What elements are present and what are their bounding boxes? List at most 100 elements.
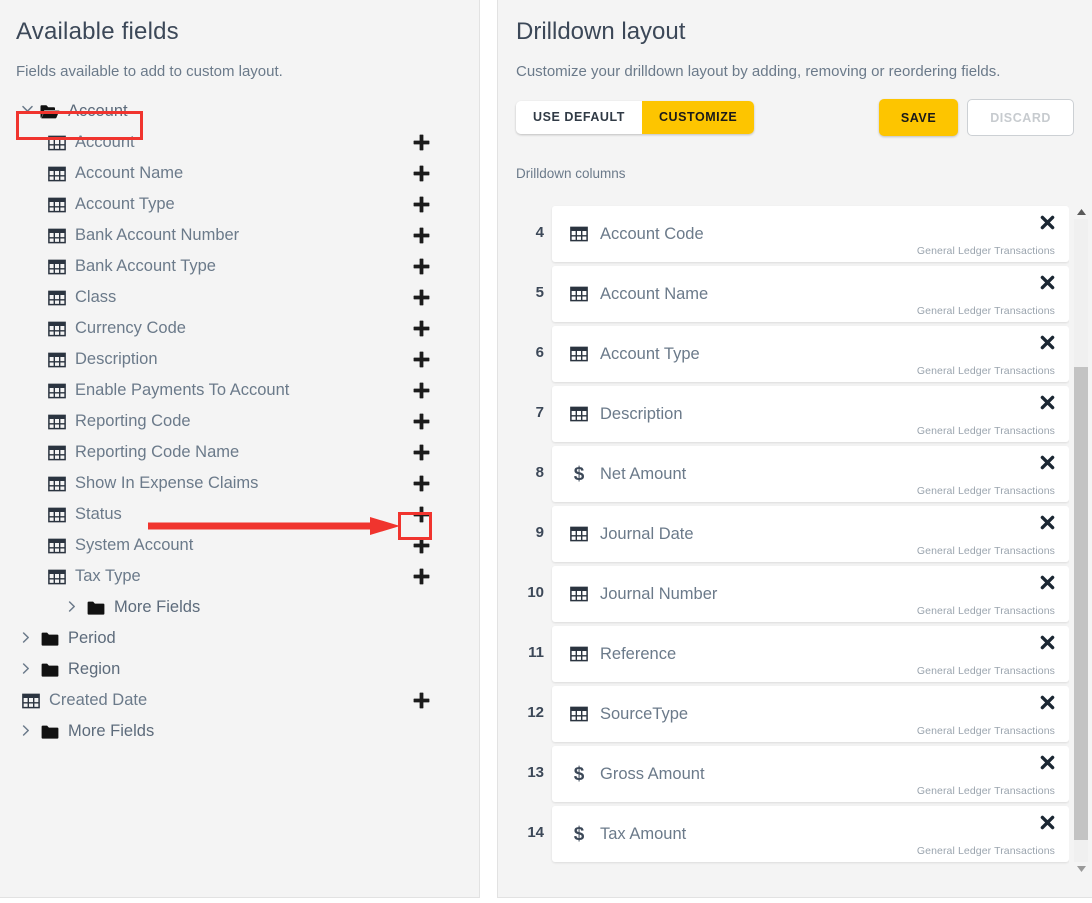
- drilldown-column-row[interactable]: 12 SourceType General Ledger Transactions: [516, 685, 1069, 745]
- chevron-right-icon[interactable]: [22, 662, 36, 677]
- drilldown-column-row[interactable]: 6 Account Type General Ledger Transactions: [516, 325, 1069, 385]
- drilldown-column-row[interactable]: 4 Account Code General Ledger Transactions: [516, 205, 1069, 265]
- add-field-button[interactable]: [411, 536, 431, 556]
- folder-row-account[interactable]: Account: [0, 96, 479, 127]
- field-row-enable-payments-to-account[interactable]: Enable Payments To Account: [0, 375, 479, 406]
- add-field-button[interactable]: [411, 691, 431, 711]
- column-order-number: 11: [528, 644, 544, 661]
- tree-item-label: Description: [75, 350, 158, 368]
- field-row-reporting-code[interactable]: Reporting Code: [0, 406, 479, 437]
- field-row-tax-type[interactable]: Tax Type: [0, 561, 479, 592]
- field-row-system-account[interactable]: System Account: [0, 530, 479, 561]
- drilldown-column-card[interactable]: Journal Date General Ledger Transactions: [552, 506, 1069, 562]
- drilldown-column-card[interactable]: SourceType General Ledger Transactions: [552, 686, 1069, 742]
- field-row-show-in-expense-claims[interactable]: Show In Expense Claims: [0, 468, 479, 499]
- available-fields-title: Available fields: [16, 18, 179, 45]
- field-row-created-date[interactable]: Created Date: [0, 685, 479, 716]
- field-row-class[interactable]: Class: [0, 282, 479, 313]
- add-field-button[interactable]: [411, 195, 431, 215]
- add-field-button[interactable]: [411, 164, 431, 184]
- drilldown-columns-list: 4 Account Code General Ledger Transactions…: [516, 205, 1069, 876]
- remove-column-icon[interactable]: [1039, 814, 1055, 830]
- drilldown-column-card[interactable]: Description General Ledger Transactions: [552, 386, 1069, 442]
- drilldown-column-row[interactable]: 14 $ Tax Amount General Ledger Transactions: [516, 805, 1069, 865]
- add-field-button[interactable]: [411, 257, 431, 277]
- table-icon: [48, 259, 66, 275]
- scroll-up-arrow-icon[interactable]: [1074, 205, 1088, 219]
- available-fields-tree: Account Account Account Name Account Type Ba…: [0, 96, 479, 747]
- folder-row-more-fields[interactable]: More Fields: [0, 716, 479, 747]
- remove-column-icon[interactable]: [1039, 694, 1055, 710]
- drilldown-column-card[interactable]: Account Type General Ledger Transactions: [552, 326, 1069, 382]
- column-order-number: 7: [535, 404, 544, 421]
- add-field-button[interactable]: [411, 133, 431, 153]
- tree-item-label: Reporting Code: [75, 412, 191, 430]
- table-icon: [48, 352, 66, 368]
- add-field-button[interactable]: [411, 319, 431, 339]
- drilldown-column-card[interactable]: $ Gross Amount General Ledger Transactions: [552, 746, 1069, 802]
- drilldown-column-card[interactable]: Account Code General Ledger Transactions: [552, 206, 1069, 262]
- chevron-down-icon[interactable]: [22, 105, 36, 119]
- field-row-description[interactable]: Description: [0, 344, 479, 375]
- remove-column-icon[interactable]: [1039, 334, 1055, 350]
- add-field-button[interactable]: [411, 381, 431, 401]
- save-button[interactable]: SAVE: [878, 99, 959, 136]
- remove-column-icon[interactable]: [1039, 514, 1055, 530]
- remove-column-icon[interactable]: [1039, 634, 1055, 650]
- add-field-button[interactable]: [411, 443, 431, 463]
- tree-item-label: Bank Account Number: [75, 226, 240, 244]
- add-field-button[interactable]: [411, 567, 431, 587]
- drilldown-column-card[interactable]: $ Tax Amount General Ledger Transactions: [552, 806, 1069, 862]
- add-field-button[interactable]: [411, 474, 431, 494]
- chevron-right-icon[interactable]: [68, 600, 82, 615]
- field-row-status[interactable]: Status: [0, 499, 479, 530]
- use-default-button[interactable]: USE DEFAULT: [516, 101, 642, 134]
- drilldown-column-row[interactable]: 11 Reference General Ledger Transactions: [516, 625, 1069, 685]
- field-row-account[interactable]: Account: [0, 127, 479, 158]
- remove-column-icon[interactable]: [1039, 754, 1055, 770]
- field-row-account-name[interactable]: Account Name: [0, 158, 479, 189]
- field-row-reporting-code-name[interactable]: Reporting Code Name: [0, 437, 479, 468]
- folder-row-region[interactable]: Region: [0, 654, 479, 685]
- drilldown-column-row[interactable]: 9 Journal Date General Ledger Transactions: [516, 505, 1069, 565]
- drilldown-column-row[interactable]: 8 $ Net Amount General Ledger Transactions: [516, 445, 1069, 505]
- field-row-currency-code[interactable]: Currency Code: [0, 313, 479, 344]
- folder-row-period[interactable]: Period: [0, 623, 479, 654]
- remove-column-icon[interactable]: [1039, 574, 1055, 590]
- tree-item-label: More Fields: [68, 722, 155, 740]
- drilldown-columns-scrollbar[interactable]: [1073, 205, 1089, 876]
- add-field-button[interactable]: [411, 288, 431, 308]
- table-icon: [570, 286, 588, 302]
- add-field-button[interactable]: [411, 226, 431, 246]
- field-row-bank-account-number[interactable]: Bank Account Number: [0, 220, 479, 251]
- remove-column-icon[interactable]: [1039, 454, 1055, 470]
- drilldown-column-card[interactable]: Reference General Ledger Transactions: [552, 626, 1069, 682]
- field-row-account-type[interactable]: Account Type: [0, 189, 479, 220]
- column-order-number: 12: [527, 704, 544, 721]
- folder-row-more-fields[interactable]: More Fields: [0, 592, 479, 623]
- drilldown-column-card[interactable]: $ Net Amount General Ledger Transactions: [552, 446, 1069, 502]
- column-source-label: General Ledger Transactions: [916, 785, 1055, 797]
- add-field-button[interactable]: [411, 350, 431, 370]
- column-order-number: 6: [535, 344, 544, 361]
- scroll-down-arrow-icon[interactable]: [1074, 862, 1088, 876]
- chevron-right-icon[interactable]: [22, 724, 36, 739]
- remove-column-icon[interactable]: [1039, 394, 1055, 410]
- drilldown-column-card[interactable]: Account Name General Ledger Transactions: [552, 266, 1069, 322]
- drilldown-column-row[interactable]: 5 Account Name General Ledger Transactions: [516, 265, 1069, 325]
- add-field-button[interactable]: [411, 505, 431, 525]
- drilldown-column-card[interactable]: Journal Number General Ledger Transaction…: [552, 566, 1069, 622]
- table-icon: [48, 197, 66, 213]
- customize-button[interactable]: CUSTOMIZE: [641, 101, 755, 134]
- table-icon: [570, 586, 588, 602]
- drilldown-column-row[interactable]: 13 $ Gross Amount General Ledger Transactio…: [516, 745, 1069, 805]
- scrollbar-thumb[interactable]: [1074, 367, 1088, 840]
- drilldown-column-row[interactable]: 7 Description General Ledger Transactions: [516, 385, 1069, 445]
- table-icon: [48, 476, 66, 492]
- add-field-button[interactable]: [411, 412, 431, 432]
- remove-column-icon[interactable]: [1039, 214, 1055, 230]
- remove-column-icon[interactable]: [1039, 274, 1055, 290]
- chevron-right-icon[interactable]: [22, 631, 36, 646]
- drilldown-column-row[interactable]: 10 Journal Number General Ledger Transacti…: [516, 565, 1069, 625]
- field-row-bank-account-type[interactable]: Bank Account Type: [0, 251, 479, 282]
